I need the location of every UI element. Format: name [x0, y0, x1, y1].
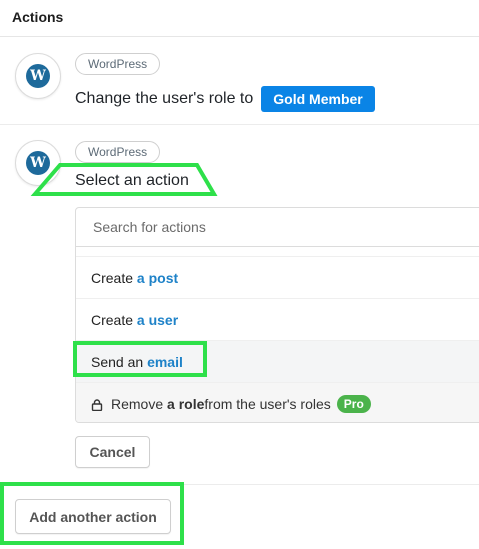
annotation-overlay — [30, 163, 218, 196]
